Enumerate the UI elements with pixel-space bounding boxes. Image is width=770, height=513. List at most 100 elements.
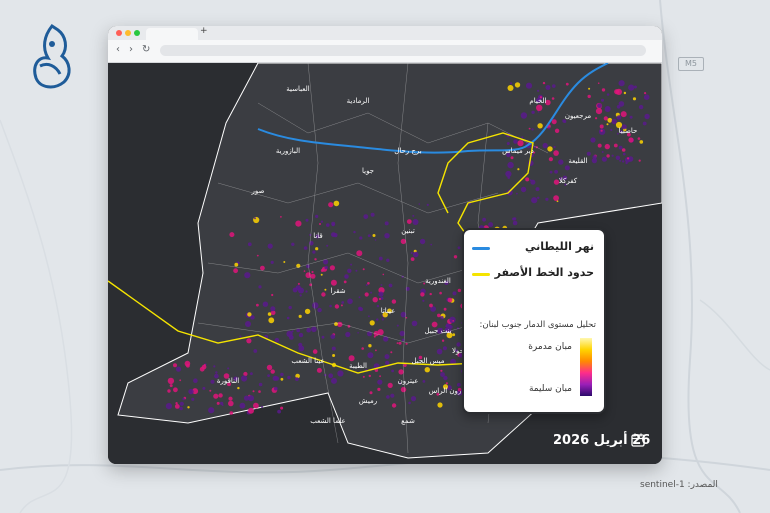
damage-point — [510, 156, 514, 160]
damage-point — [406, 219, 412, 225]
damage-point — [531, 197, 538, 204]
damage-point — [601, 88, 606, 92]
damage-point — [537, 196, 540, 199]
damage-point — [607, 117, 613, 123]
browser-tab[interactable] — [146, 28, 198, 40]
damage-point — [398, 341, 402, 345]
damage-point — [398, 369, 404, 375]
damage-point — [622, 160, 625, 163]
damage-point — [311, 270, 314, 274]
damage-point — [202, 386, 206, 390]
damage-point — [253, 402, 259, 409]
damage-point — [244, 272, 251, 279]
damage-point — [334, 304, 340, 309]
damage-point — [311, 326, 317, 333]
damage-point — [627, 157, 630, 160]
damage-point — [312, 302, 319, 309]
damage-point — [443, 307, 447, 311]
damage-point — [420, 292, 425, 297]
damage-point — [378, 297, 381, 301]
address-bar[interactable] — [160, 45, 646, 56]
damage-point — [295, 220, 302, 227]
damage-point — [358, 296, 361, 299]
damage-high-label: مبان مدمرة — [528, 342, 572, 352]
damage-point — [642, 121, 647, 126]
damage-point — [324, 265, 328, 270]
river-legend-label: نهر الليطاني — [524, 240, 594, 253]
damage-point — [528, 127, 531, 130]
damage-point — [452, 320, 455, 322]
damage-point — [507, 176, 511, 179]
damage-point — [272, 375, 278, 381]
maximize-window-icon[interactable] — [134, 30, 140, 36]
damage-point — [270, 369, 275, 374]
damage-point — [430, 243, 433, 246]
damage-point — [298, 314, 302, 318]
damage-point — [253, 349, 258, 353]
forward-icon[interactable]: › — [129, 44, 133, 55]
damage-point — [365, 284, 368, 286]
damage-point — [391, 369, 394, 373]
damage-point — [267, 374, 270, 377]
damage-point — [547, 146, 553, 152]
damage-point — [597, 82, 600, 84]
damage-point — [250, 315, 255, 320]
new-tab-icon[interactable]: + — [200, 26, 208, 36]
damage-point — [369, 391, 373, 395]
back-icon[interactable]: ‹ — [116, 44, 120, 55]
damage-point — [270, 260, 274, 264]
reload-icon[interactable]: ↻ — [142, 44, 150, 55]
damage-point — [262, 301, 269, 307]
damage-point — [203, 364, 206, 367]
damage-point — [588, 87, 591, 90]
damage-point — [343, 280, 347, 284]
damage-point — [187, 406, 190, 409]
damage-point — [348, 355, 355, 362]
damage-point — [370, 212, 375, 217]
damage-point — [321, 292, 326, 297]
damage-point — [439, 291, 442, 295]
damage-point — [305, 290, 308, 293]
damage-point — [638, 159, 641, 162]
damage-point — [453, 255, 458, 259]
close-window-icon[interactable] — [116, 30, 122, 36]
damage-point — [525, 177, 530, 182]
damage-point — [384, 354, 390, 360]
place-label: رميش — [359, 397, 377, 405]
damage-point — [418, 203, 421, 205]
damage-point — [310, 273, 316, 279]
damage-point — [531, 110, 535, 114]
damage-point — [620, 111, 627, 118]
damage-point — [598, 128, 606, 135]
damage-point — [545, 197, 549, 201]
damage-point — [535, 187, 540, 192]
damage-point — [424, 367, 430, 373]
damage-point — [234, 262, 239, 267]
damage-point — [380, 284, 383, 286]
damage-point — [405, 316, 408, 319]
damage-point — [610, 128, 613, 131]
damage-point — [558, 159, 564, 165]
damage-point — [512, 220, 518, 226]
damage-legend-title: تحليل مستوى الدمار جنوب لبنان: — [479, 320, 596, 330]
damage-point — [246, 338, 252, 344]
damage-point — [542, 142, 548, 149]
damage-point — [283, 261, 286, 263]
damage-point — [341, 301, 345, 304]
damage-point — [347, 268, 352, 273]
damage-point — [167, 377, 175, 385]
damage-point — [369, 320, 375, 326]
damage-point — [173, 387, 178, 393]
damage-point — [488, 222, 494, 228]
damage-point — [209, 389, 212, 392]
damage-point — [632, 97, 637, 101]
damage-point — [441, 339, 445, 342]
minimize-window-icon[interactable] — [125, 30, 131, 36]
damage-point — [390, 393, 395, 398]
damage-point — [599, 124, 604, 129]
damage-point — [517, 140, 524, 147]
damage-point — [359, 236, 363, 240]
damage-point — [419, 238, 426, 245]
damage-point — [512, 217, 516, 221]
damage-point — [429, 292, 432, 296]
